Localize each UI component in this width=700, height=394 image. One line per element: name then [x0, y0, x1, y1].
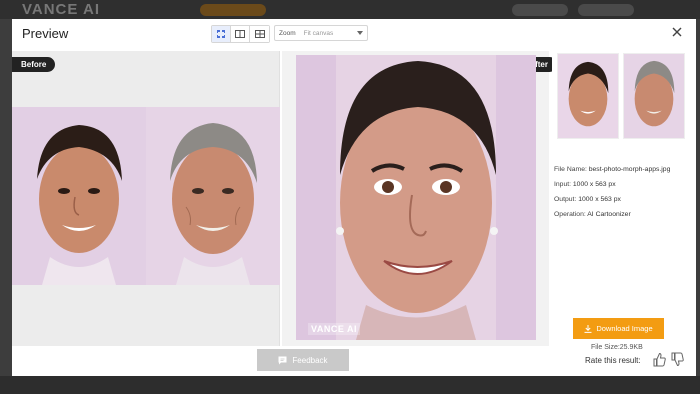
- output-value: 1000 x 563 px: [578, 196, 621, 203]
- before-tag: Before: [12, 57, 56, 72]
- info-panel: File Name: best-photo-morph-apps.jpg Inp…: [552, 51, 696, 351]
- after-panel: After VANCE AI: [282, 51, 557, 346]
- input-value: 1000 x 563 px: [572, 181, 616, 188]
- zoom-label: Zoom: [279, 29, 296, 37]
- operation-value: AI Cartoonizer: [587, 211, 631, 218]
- background-logo: VANCE AI: [22, 1, 101, 18]
- after-image-cartoon: [296, 55, 536, 340]
- zoom-select[interactable]: Zoom Fit canvas: [274, 25, 368, 41]
- thumbnail-aged[interactable]: [623, 53, 685, 139]
- info-output: Output: 1000 x 563 px: [554, 196, 621, 203]
- preview-modal: Preview Zoom Fit canvas Before After VAN…: [12, 19, 696, 376]
- file-size: File Size:25.9KB: [591, 344, 643, 351]
- thumbnail-young[interactable]: [557, 53, 619, 139]
- info-operation: Operation: AI Cartoonizer: [554, 211, 631, 218]
- download-icon: [584, 324, 592, 333]
- watermark: VANCE AI: [308, 323, 361, 335]
- background-upgrade-pill: [200, 4, 266, 16]
- info-input: Input: 1000 x 563 px: [554, 181, 616, 188]
- thumbnail-strip: [557, 53, 685, 139]
- grid-view-icon: [254, 30, 265, 38]
- chat-icon: [278, 356, 287, 364]
- download-image-button[interactable]: Download Image: [573, 318, 664, 339]
- grid-view-button[interactable]: [250, 26, 269, 42]
- download-label: Download Image: [596, 324, 653, 333]
- background-nav-pill: [578, 4, 634, 16]
- side-by-side-button[interactable]: [212, 26, 231, 42]
- close-icon[interactable]: [670, 25, 684, 39]
- view-mode-toggle: [211, 25, 270, 43]
- background-nav-pill: [512, 4, 568, 16]
- rate-label: Rate this result:: [585, 356, 641, 365]
- split-view-button[interactable]: [231, 26, 250, 42]
- before-image-aged: [146, 107, 280, 285]
- file-name-value: best-photo-morph-apps.jpg: [588, 166, 671, 173]
- thumbs-up-icon[interactable]: [653, 352, 666, 367]
- info-file-name: File Name: best-photo-morph-apps.jpg: [554, 166, 671, 173]
- zoom-value: Fit canvas: [303, 29, 334, 37]
- before-image-young: [12, 107, 146, 285]
- chevron-down-icon: [357, 31, 363, 35]
- before-panel: Before: [12, 51, 280, 346]
- thumbs-down-icon[interactable]: [671, 352, 684, 367]
- background-bottom-strip: [0, 376, 700, 394]
- background-app-header: VANCE AI: [0, 0, 700, 19]
- feedback-button[interactable]: Feedback: [257, 349, 349, 371]
- split-view-icon: [235, 30, 245, 38]
- side-by-side-icon: [217, 30, 225, 38]
- feedback-label: Feedback: [292, 355, 328, 365]
- modal-title: Preview: [22, 26, 69, 41]
